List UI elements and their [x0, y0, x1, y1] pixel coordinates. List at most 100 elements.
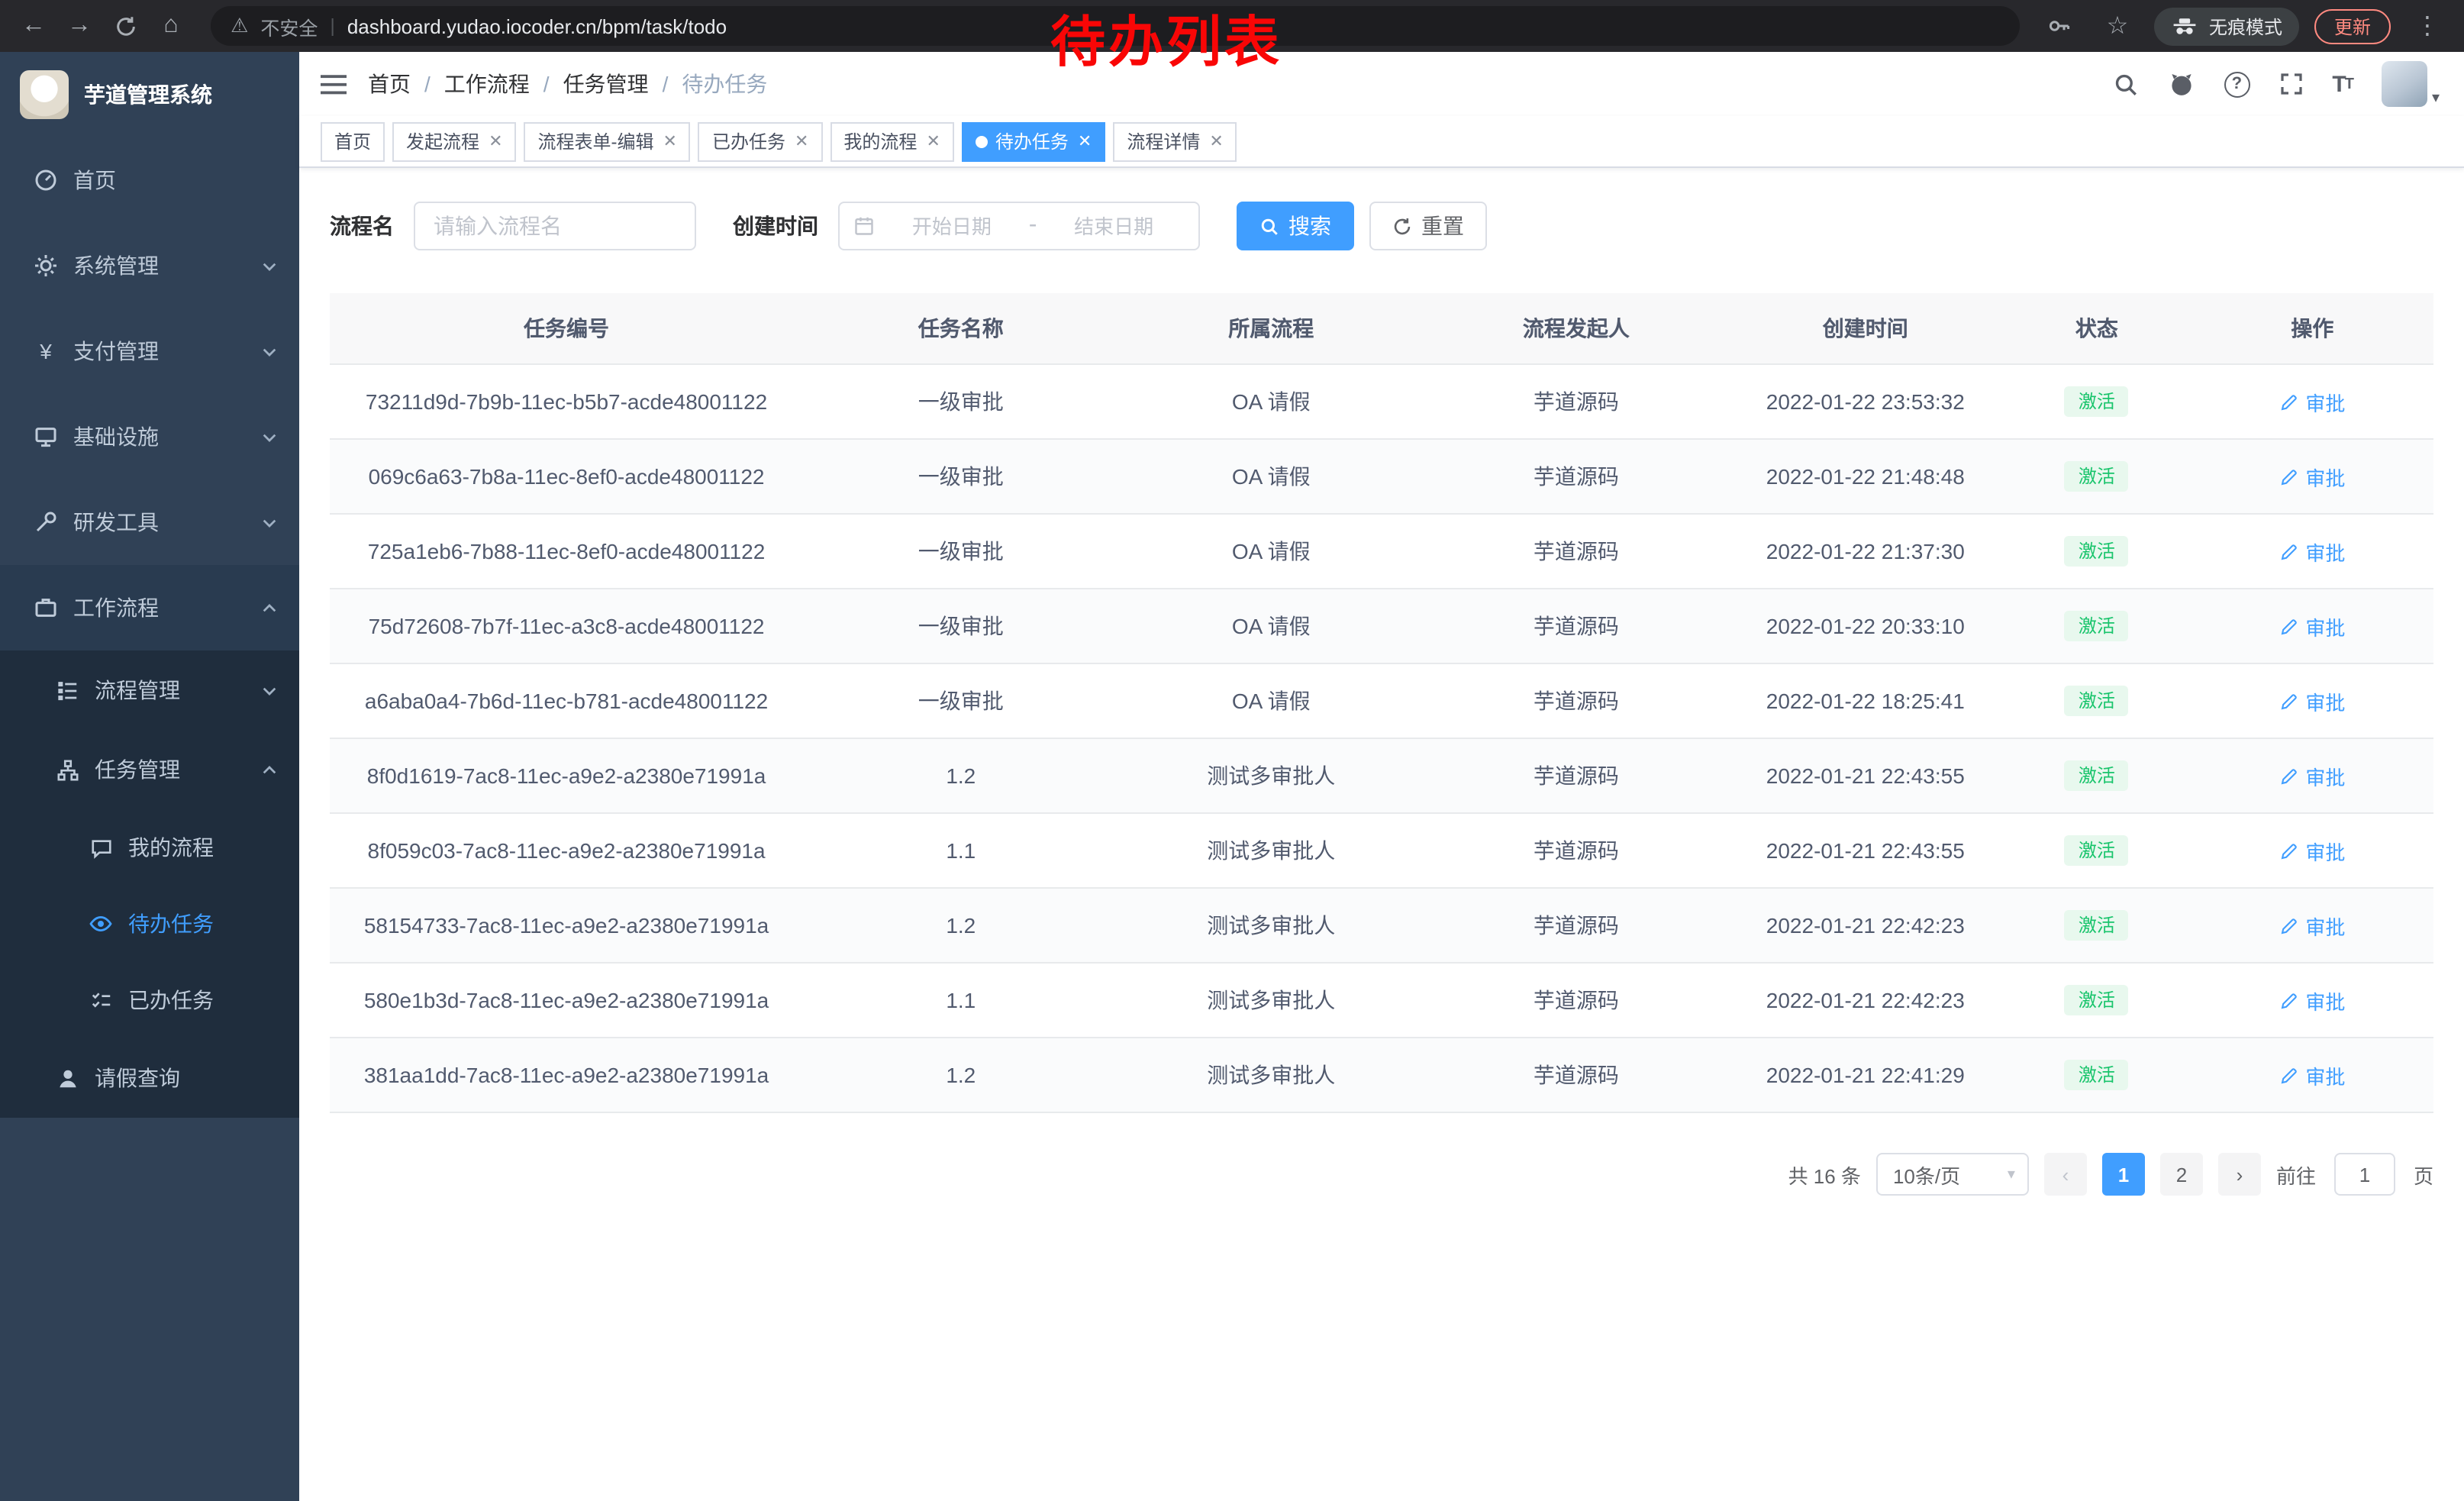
active-dot — [976, 135, 988, 147]
update-button[interactable]: 更新 — [2314, 8, 2391, 44]
breadcrumb-task-mgmt[interactable]: 任务管理 — [563, 69, 649, 99]
close-icon[interactable]: ✕ — [926, 131, 940, 151]
table-header: 任务编号 任务名称 所属流程 流程发起人 创建时间 状态 操作 — [330, 293, 2433, 363]
process-name-input[interactable] — [414, 202, 696, 250]
sidebar-item-my-process[interactable]: 我的流程 — [0, 809, 299, 886]
task-id-cell: 069c6a63-7b8a-11ec-8ef0-acde48001122 — [330, 440, 803, 513]
tab-home[interactable]: 首页 — [321, 121, 385, 161]
action-cell: 审批 — [2191, 814, 2433, 887]
page-button-2[interactable]: 2 — [2160, 1153, 2203, 1196]
user-menu[interactable]: ▾ — [2382, 61, 2440, 107]
process-cell: 测试多审批人 — [1118, 889, 1424, 962]
tab-form-edit[interactable]: 流程表单-编辑✕ — [524, 121, 691, 161]
briefcase-icon — [34, 596, 58, 620]
collapse-sidebar-button[interactable] — [321, 73, 347, 95]
close-icon[interactable]: ✕ — [795, 131, 808, 151]
page-size-select[interactable]: 10条/页 ▾ — [1876, 1153, 2029, 1196]
breadcrumb-home[interactable]: 首页 — [368, 69, 411, 99]
search-button[interactable]: 搜索 — [1237, 202, 1354, 250]
tab-start-process[interactable]: 发起流程✕ — [392, 121, 516, 161]
page-url: dashboard.yudao.iocoder.cn/bpm/task/todo — [347, 15, 727, 37]
browser-menu-button[interactable]: ⋮ — [2406, 5, 2449, 47]
edit-pen-icon — [2279, 915, 2299, 935]
column-created: 创建时间 — [1729, 293, 2002, 363]
sidebar-item-infrastructure[interactable]: 基础设施 — [0, 394, 299, 479]
page-unit-label: 页 — [2414, 1160, 2433, 1189]
security-warning-label: 不安全 — [260, 11, 318, 40]
edit-pen-icon — [2279, 990, 2299, 1010]
task-id-cell: 58154733-7ac8-11ec-a9e2-a2380e71991a — [330, 889, 803, 962]
approve-link[interactable]: 审批 — [2279, 462, 2345, 491]
tab-done-tasks[interactable]: 已办任务✕ — [698, 121, 822, 161]
sidebar-item-leave-query[interactable]: 请假查询 — [0, 1038, 299, 1118]
incognito-label: 无痕模式 — [2209, 13, 2282, 39]
sidebar-item-task-mgmt[interactable]: 任务管理 — [0, 730, 299, 809]
prev-page-button[interactable]: ‹ — [2044, 1153, 2087, 1196]
approve-link[interactable]: 审批 — [2279, 986, 2345, 1015]
action-cell: 审批 — [2191, 515, 2433, 588]
font-size-icon[interactable]: TT — [2332, 71, 2353, 97]
task-id-cell: 73211d9d-7b9b-11ec-b5b7-acde48001122 — [330, 365, 803, 438]
column-initiator: 流程发起人 — [1424, 293, 1729, 363]
process-cell: OA 请假 — [1118, 589, 1424, 663]
browser-refresh-button[interactable] — [104, 5, 147, 47]
close-icon[interactable]: ✕ — [1078, 131, 1092, 151]
reset-button[interactable]: 重置 — [1369, 202, 1487, 250]
approve-link[interactable]: 审批 — [2279, 612, 2345, 641]
close-icon[interactable]: ✕ — [1209, 131, 1223, 151]
sidebar-item-home[interactable]: 首页 — [0, 137, 299, 223]
goto-page-input[interactable] — [2334, 1153, 2395, 1196]
status-cell: 激活 — [2002, 365, 2191, 438]
password-key-icon[interactable] — [2038, 5, 2081, 47]
approve-link[interactable]: 审批 — [2279, 686, 2345, 715]
initiator-cell: 芋道源码 — [1424, 889, 1729, 962]
start-date-input[interactable] — [881, 215, 1023, 237]
close-icon[interactable]: ✕ — [489, 131, 502, 151]
task-id-cell: 75d72608-7b7f-11ec-a3c8-acde48001122 — [330, 589, 803, 663]
task-name-cell: 1.2 — [803, 739, 1118, 812]
end-date-input[interactable] — [1043, 215, 1185, 237]
table-row: 381aa1dd-7ac8-11ec-a9e2-a2380e71991a 1.2… — [330, 1037, 2433, 1112]
approve-link[interactable]: 审批 — [2279, 836, 2345, 865]
approve-link[interactable]: 审批 — [2279, 761, 2345, 790]
page-button-1[interactable]: 1 — [2102, 1153, 2145, 1196]
date-range-picker[interactable]: - — [838, 202, 1200, 250]
approve-link[interactable]: 审批 — [2279, 537, 2345, 566]
column-task-name: 任务名称 — [803, 293, 1118, 363]
initiator-cell: 芋道源码 — [1424, 589, 1729, 663]
status-badge: 激活 — [2065, 611, 2129, 641]
tab-todo-tasks[interactable]: 待办任务✕ — [962, 121, 1105, 161]
app-root: ← → ⌂ ⚠ 不安全 | dashboard.yudao.iocoder.cn… — [0, 0, 2464, 1501]
sidebar-item-system[interactable]: 系统管理 — [0, 223, 299, 308]
browser-forward-button[interactable]: → — [58, 5, 101, 47]
browser-back-button[interactable]: ← — [12, 5, 55, 47]
chat-icon — [89, 835, 113, 860]
sidebar-item-devtools[interactable]: 研发工具 — [0, 479, 299, 565]
app-logo-row[interactable]: 芋道管理系统 — [0, 52, 299, 137]
search-icon[interactable] — [2112, 71, 2138, 97]
tab-process-detail[interactable]: 流程详情✕ — [1113, 121, 1237, 161]
next-page-button[interactable]: › — [2218, 1153, 2261, 1196]
help-icon[interactable]: ? — [2224, 71, 2250, 97]
fullscreen-icon[interactable] — [2279, 72, 2303, 96]
process-cell: 测试多审批人 — [1118, 1038, 1424, 1112]
sidebar-item-done-tasks[interactable]: 已办任务 — [0, 962, 299, 1038]
approve-link[interactable]: 审批 — [2279, 911, 2345, 940]
browser-home-button[interactable]: ⌂ — [150, 5, 192, 47]
close-icon[interactable]: ✕ — [663, 131, 677, 151]
sidebar-item-workflow[interactable]: 工作流程 — [0, 565, 299, 650]
github-icon[interactable] — [2167, 70, 2195, 98]
sidebar-item-todo-tasks[interactable]: 待办任务 — [0, 886, 299, 962]
tab-my-process[interactable]: 我的流程✕ — [830, 121, 953, 161]
refresh-icon — [1392, 216, 1412, 236]
sidebar-item-process-mgmt[interactable]: 流程管理 — [0, 650, 299, 730]
breadcrumb-workflow[interactable]: 工作流程 — [444, 69, 530, 99]
action-cell: 审批 — [2191, 964, 2433, 1037]
monitor-icon — [34, 424, 58, 449]
approve-link[interactable]: 审批 — [2279, 387, 2345, 416]
sidebar-item-payment[interactable]: ¥ 支付管理 — [0, 308, 299, 394]
approve-link[interactable]: 审批 — [2279, 1060, 2345, 1089]
address-bar[interactable]: ⚠ 不安全 | dashboard.yudao.iocoder.cn/bpm/t… — [211, 6, 2020, 46]
bookmark-star-icon[interactable]: ☆ — [2096, 5, 2139, 47]
action-cell: 审批 — [2191, 889, 2433, 962]
